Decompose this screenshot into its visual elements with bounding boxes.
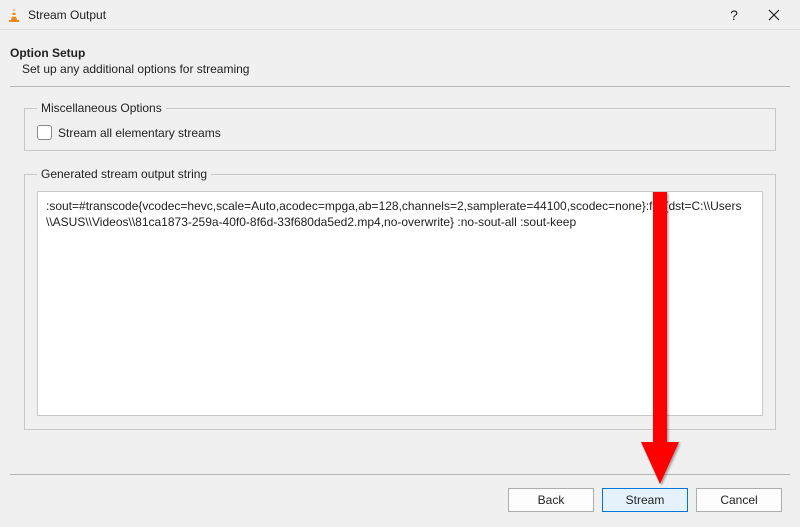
generated-output-legend: Generated stream output string bbox=[37, 167, 211, 181]
back-button[interactable]: Back bbox=[508, 488, 594, 512]
footer-divider bbox=[10, 474, 790, 475]
divider bbox=[10, 86, 790, 87]
page-heading: Option Setup bbox=[10, 46, 790, 60]
close-icon bbox=[768, 9, 780, 21]
button-row: Back Stream Cancel bbox=[508, 488, 782, 512]
help-button[interactable]: ? bbox=[714, 1, 754, 29]
page-subheading: Set up any additional options for stream… bbox=[10, 62, 790, 76]
stream-button[interactable]: Stream bbox=[602, 488, 688, 512]
stream-all-label: Stream all elementary streams bbox=[58, 126, 221, 140]
stream-all-checkbox[interactable] bbox=[37, 125, 52, 140]
stream-all-row: Stream all elementary streams bbox=[37, 125, 763, 140]
titlebar: Stream Output ? bbox=[0, 0, 800, 30]
output-string-textarea[interactable] bbox=[37, 191, 763, 416]
misc-options-legend: Miscellaneous Options bbox=[37, 101, 166, 115]
cancel-button[interactable]: Cancel bbox=[696, 488, 782, 512]
generated-output-group: Generated stream output string bbox=[24, 167, 776, 430]
vlc-cone-icon bbox=[6, 7, 22, 23]
content-area: Option Setup Set up any additional optio… bbox=[0, 30, 800, 430]
misc-options-group: Miscellaneous Options Stream all element… bbox=[24, 101, 776, 151]
close-button[interactable] bbox=[754, 1, 794, 29]
window-title: Stream Output bbox=[28, 8, 106, 22]
